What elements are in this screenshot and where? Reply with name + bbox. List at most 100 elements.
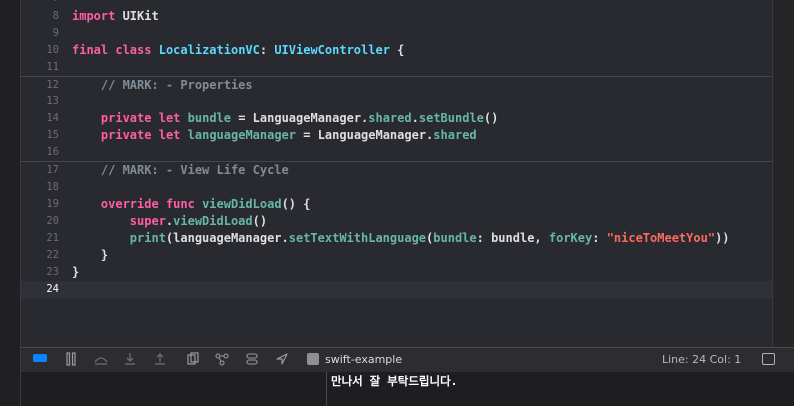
code-token: viewDidLoad: [202, 196, 282, 211]
line-number: 23: [46, 266, 59, 279]
code-line[interactable]: 14 private let bundle = LanguageManager.…: [21, 110, 772, 127]
code-token: forKey: [548, 230, 593, 245]
app-target-icon: [307, 353, 319, 365]
code-line[interactable]: 23}: [21, 264, 772, 281]
step-out-button[interactable]: [151, 352, 169, 368]
code-token: }: [72, 265, 80, 280]
code-token: let: [158, 128, 181, 143]
code-line[interactable]: 22 }: [21, 247, 772, 264]
code-line[interactable]: 11: [21, 59, 772, 76]
line-number: 16: [46, 146, 59, 159]
code-token: setBundle: [418, 111, 484, 126]
code-token: // MARK: - Properties: [72, 77, 253, 92]
code-token: shared: [368, 111, 412, 126]
code-token: LocalizationVC: [158, 42, 260, 57]
line-number: 15: [46, 129, 59, 142]
code-token: bundle: [187, 111, 231, 126]
line-number: 10: [46, 43, 59, 56]
code-token: import: [72, 8, 116, 23]
code-line[interactable]: 17 // MARK: - View Life Cycle: [21, 161, 772, 179]
code-token: bundle: [433, 230, 477, 245]
code-line[interactable]: 13: [21, 93, 772, 110]
scheme-name[interactable]: swift-example: [325, 352, 402, 368]
code-text: }: [72, 264, 79, 281]
line-number: 21: [46, 231, 59, 244]
code-line[interactable]: 10 final class LocalizationVC: UIViewCont…: [21, 42, 772, 59]
step-over-button[interactable]: [92, 352, 110, 368]
variables-view[interactable]: [21, 372, 327, 406]
line-number: 24: [46, 283, 59, 296]
code-text: // MARK: - View Life Cycle: [72, 162, 289, 179]
code-text: // MARK: - Properties: [72, 77, 253, 94]
line-number: 22: [46, 248, 59, 261]
memory-graph-icon: [215, 353, 229, 366]
step-out-icon: [155, 353, 165, 365]
line-number: 17: [46, 164, 59, 177]
code-token: (): [483, 111, 499, 126]
code-token: class: [115, 42, 152, 57]
code-line[interactable]: 21 print(languageManager.setTextWithLang…: [21, 230, 772, 247]
code-token: )): [715, 230, 730, 245]
console-output[interactable]: 만나서 잘 부탁드립니다.: [327, 372, 794, 406]
debug-bar: swift-example Line: 24 Col: 1: [21, 347, 794, 373]
code-token: {: [389, 42, 405, 57]
code-line[interactable]: 9: [21, 25, 772, 42]
line-number: 9: [52, 26, 59, 39]
code-token: private: [100, 111, 152, 126]
simulate-location-button[interactable]: [273, 352, 291, 368]
code-text: super.viewDidLoad(): [72, 213, 267, 230]
console-toggle-button[interactable]: [762, 353, 775, 365]
code-line[interactable]: 12 // MARK: - Properties: [21, 75, 772, 94]
code-token: setTextWithLanguage: [288, 230, 427, 245]
code-token: :: [592, 230, 607, 245]
memory-graph-button[interactable]: [213, 352, 231, 368]
code-text: }: [72, 247, 108, 264]
code-token: .: [411, 111, 419, 126]
code-line[interactable]: 18: [21, 179, 772, 196]
code-token: let: [158, 111, 181, 126]
line-number: 20: [46, 214, 59, 227]
code-editor[interactable]: 7 8 import UIKit 9 10 final class Localizatio…: [21, 0, 772, 347]
toggle-debug-area-button[interactable]: [31, 352, 49, 368]
location-arrow-icon: [276, 353, 288, 365]
minimap-scrollbar[interactable]: [772, 0, 794, 347]
code-line[interactable]: 16: [21, 144, 772, 161]
line-number: 13: [46, 95, 59, 108]
step-into-icon: [125, 353, 135, 365]
line-number: 18: [46, 180, 59, 193]
code-text: print(languageManager.setTextWithLanguag…: [72, 230, 730, 247]
code-token: (): [252, 213, 268, 228]
step-into-button[interactable]: [121, 352, 139, 368]
pause-button[interactable]: [62, 352, 80, 368]
code-line[interactable]: 24: [21, 281, 772, 299]
navigator-edge: [0, 0, 21, 406]
line-number: 14: [46, 112, 59, 125]
code-line[interactable]: 19 override func viewDidLoad() {: [21, 196, 772, 213]
code-text: private let bundle = LanguageManager.sha…: [72, 110, 498, 127]
cursor-position: Line: 24 Col: 1: [662, 353, 742, 366]
code-token: UIViewController: [274, 42, 390, 57]
code-line[interactable]: 20 super.viewDidLoad(): [21, 213, 772, 230]
code-line[interactable]: 15 private let languageManager = Languag…: [21, 127, 772, 144]
code-text: import UIKit: [72, 8, 159, 25]
code-token: shared: [433, 128, 477, 143]
code-token: = LanguageManager.: [296, 128, 434, 143]
line-number: 7: [21, 0, 59, 7]
environment-overrides-button[interactable]: [243, 352, 261, 368]
code-line[interactable]: 7: [21, 0, 772, 7]
code-line[interactable]: 8 import UIKit: [21, 8, 772, 25]
line-number: 8: [52, 9, 59, 22]
code-token: // MARK: - View Life Cycle: [72, 163, 289, 178]
view-hierarchy-button[interactable]: [184, 352, 202, 368]
code-text: private let languageManager = LanguageMa…: [72, 127, 477, 144]
code-token: private: [100, 128, 152, 143]
view-hierarchy-icon: [187, 352, 199, 365]
